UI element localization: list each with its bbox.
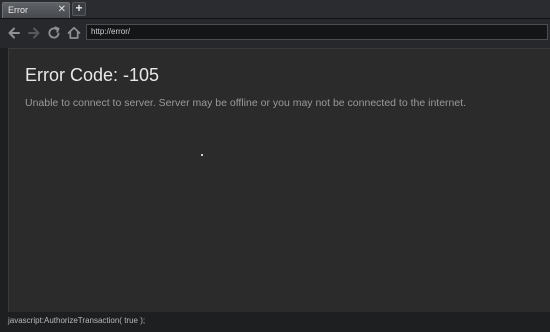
new-tab-button[interactable]: + — [72, 2, 86, 16]
mouse-cursor-dot — [201, 154, 203, 156]
url-input[interactable]: http://error/ — [86, 24, 548, 40]
page-content: Error Code: -105 Unable to connect to se… — [8, 48, 550, 312]
status-text: javascript:AuthorizeTransaction( true ); — [8, 316, 146, 325]
tab-error[interactable]: Error ✕ — [2, 2, 70, 18]
error-message: Unable to connect to server. Server may … — [25, 97, 467, 109]
error-title: Error Code: -105 — [25, 65, 160, 85]
back-arrow-icon[interactable] — [6, 25, 22, 41]
status-bar: javascript:AuthorizeTransaction( true ); — [0, 312, 550, 332]
url-text: http://error/ — [91, 27, 131, 36]
browser-window: Error ✕ + http://error/ Error Code: -105… — [0, 0, 550, 332]
tab-strip: Error ✕ + — [0, 0, 550, 19]
close-icon[interactable]: ✕ — [58, 4, 66, 16]
home-icon[interactable] — [66, 25, 82, 41]
forward-arrow-icon[interactable] — [26, 25, 42, 41]
tab-label: Error — [8, 5, 28, 15]
navigation-toolbar: http://error/ — [0, 19, 550, 48]
reload-icon[interactable] — [46, 25, 62, 41]
